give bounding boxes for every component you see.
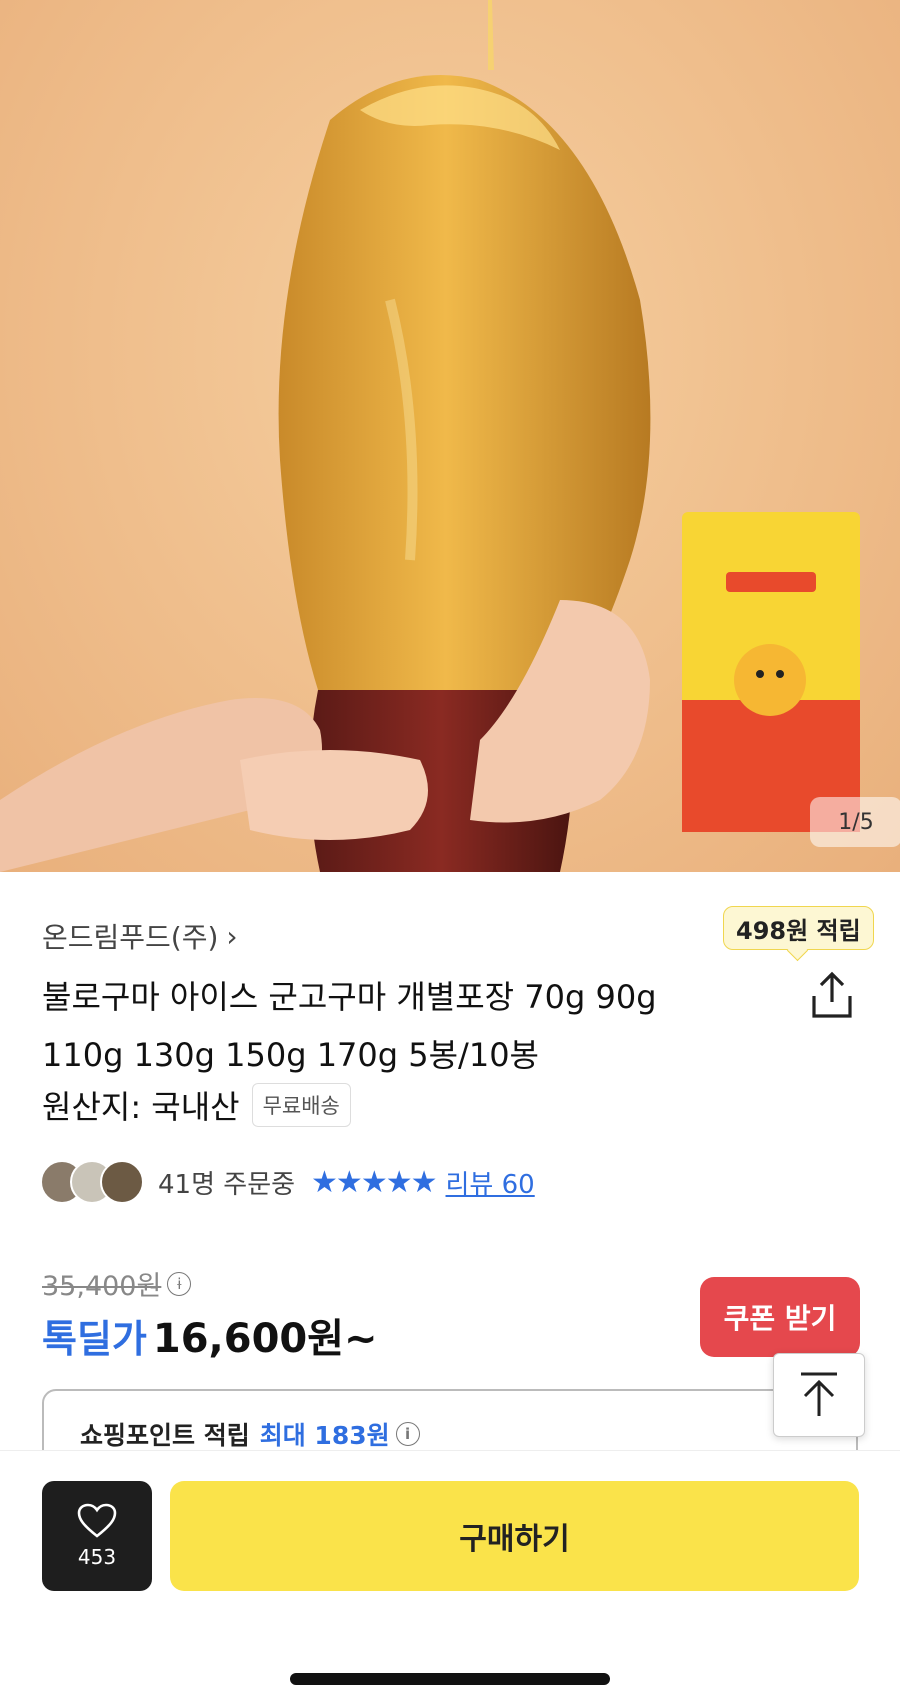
points-max: 최대 183원 — [259, 1421, 390, 1450]
free-shipping-badge: 무료배송 — [251, 1083, 351, 1127]
reviews-link[interactable]: 리뷰 60 — [446, 1164, 535, 1201]
buy-button[interactable]: 구매하기 — [170, 1481, 859, 1591]
heart-icon — [77, 1503, 117, 1538]
deal-price-value: 16,600원~ — [152, 1316, 378, 1362]
sweet-potato-illustration — [0, 0, 860, 872]
wishlist-button[interactable]: 453 — [42, 1481, 152, 1591]
product-title: 불로구마 아이스 군고구마 개별포장 70g 90g 110g 130g 150… — [42, 978, 657, 1074]
coupon-button[interactable]: 쿠폰 받기 — [700, 1277, 860, 1357]
order-count: 41명 주문중 — [158, 1169, 296, 1200]
chevron-right-icon: › — [226, 919, 238, 953]
info-icon[interactable]: i — [167, 1271, 192, 1296]
rating-stars: ★★★★★ — [311, 1164, 437, 1200]
points-label: 쇼핑포인트 적립 — [80, 1421, 250, 1450]
scroll-top-button[interactable] — [773, 1353, 865, 1437]
seller-name: 온드림푸드(주) — [42, 921, 219, 954]
info-icon[interactable]: i — [395, 1422, 420, 1446]
image-counter: 1/5 — [810, 797, 900, 847]
social-proof-row: 41명 주문중 ★★★★★ 리뷰 60 — [40, 1160, 535, 1204]
wishlist-count: 453 — [77, 1545, 117, 1569]
home-indicator — [290, 1673, 610, 1685]
buyer-avatars — [40, 1160, 144, 1204]
bottom-action-bar: 453 구매하기 — [0, 1450, 900, 1700]
deal-label: 톡딜가 — [42, 1317, 147, 1361]
deal-price: 톡딜가 16,600원~ — [42, 1306, 378, 1364]
reward-bubble: 498원 적립 — [723, 906, 874, 950]
avatar — [100, 1160, 144, 1204]
origin-row: 원산지: 국내산 무료배송 — [42, 1082, 351, 1128]
origin-text: 원산지: 국내산 — [42, 1088, 240, 1126]
original-price-value: 35,400원 — [42, 1271, 162, 1302]
seller-link[interactable]: 온드림푸드(주) › — [42, 916, 238, 956]
share-icon[interactable] — [808, 970, 856, 1020]
product-image[interactable]: 1/5 — [0, 0, 900, 872]
arrow-up-icon — [801, 1372, 837, 1416]
package-image — [682, 512, 860, 832]
original-price: 35,400원 i — [42, 1264, 192, 1303]
